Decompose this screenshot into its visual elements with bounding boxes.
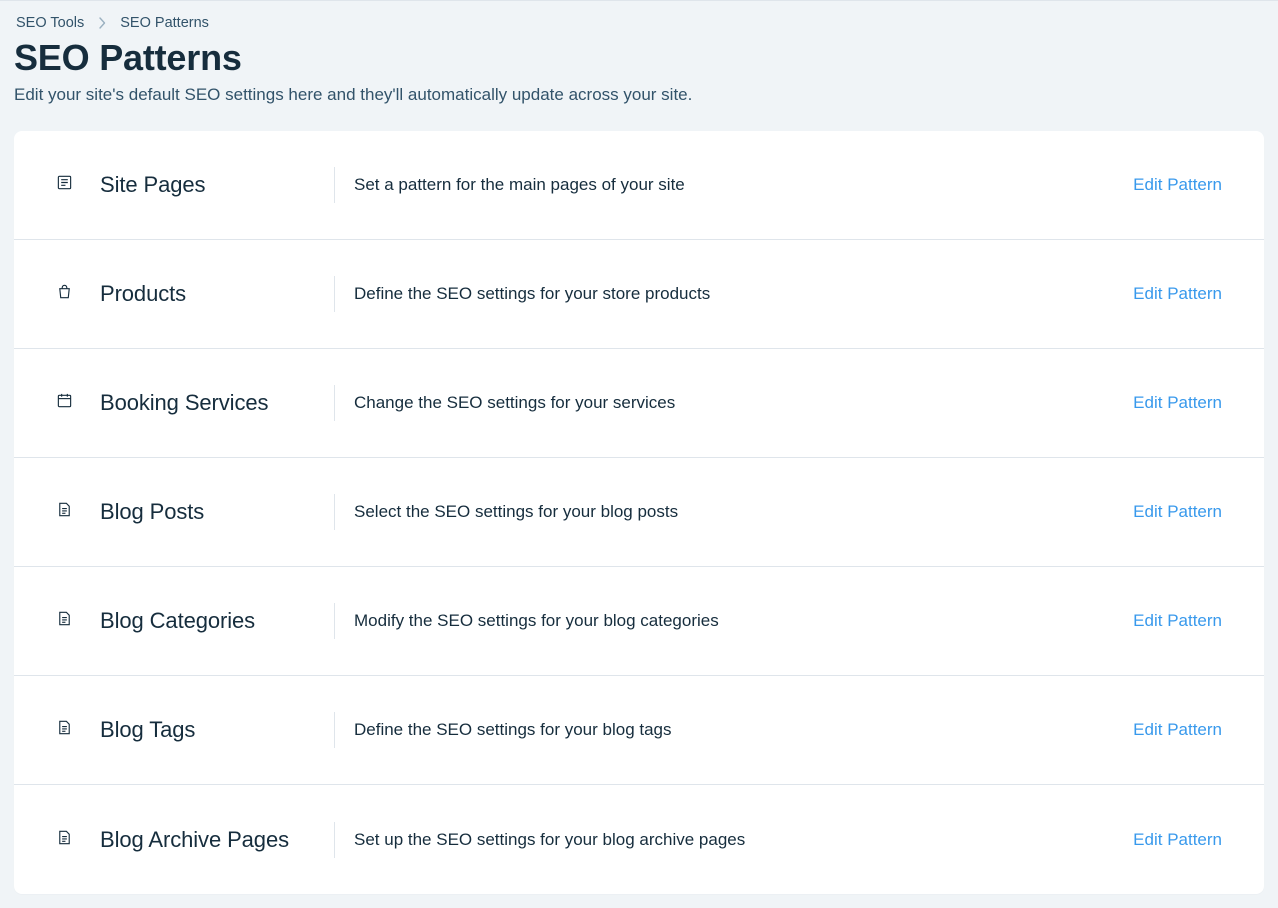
edit-pattern-button[interactable]: Edit Pattern <box>1133 175 1222 194</box>
edit-pattern-button[interactable]: Edit Pattern <box>1133 502 1222 521</box>
patterns-card: Site Pages Set a pattern for the main pa… <box>14 131 1264 894</box>
pattern-row-site-pages: Site Pages Set a pattern for the main pa… <box>14 131 1264 240</box>
edit-pattern-button[interactable]: Edit Pattern <box>1133 393 1222 412</box>
pattern-description: Set a pattern for the main pages of your… <box>350 175 1133 195</box>
pattern-description: Set up the SEO settings for your blog ar… <box>350 830 1133 850</box>
divider <box>334 603 335 639</box>
document-icon <box>56 610 73 632</box>
pattern-title: Site Pages <box>100 172 205 197</box>
document-icon <box>56 719 73 741</box>
page-subtitle: Edit your site's default SEO settings he… <box>14 85 1264 105</box>
pattern-description: Modify the SEO settings for your blog ca… <box>350 611 1133 631</box>
calendar-icon <box>56 392 73 414</box>
pattern-title: Blog Categories <box>100 608 255 633</box>
divider <box>334 167 335 203</box>
divider <box>334 276 335 312</box>
pattern-title: Products <box>100 281 186 306</box>
edit-pattern-button[interactable]: Edit Pattern <box>1133 611 1222 630</box>
chevron-right-icon <box>98 17 106 29</box>
pattern-title: Booking Services <box>100 390 268 415</box>
divider <box>334 385 335 421</box>
page-icon <box>56 174 73 196</box>
pattern-row-blog-tags: Blog Tags Define the SEO settings for yo… <box>14 676 1264 785</box>
document-icon <box>56 829 73 851</box>
pattern-title: Blog Tags <box>100 717 195 742</box>
divider <box>334 822 335 858</box>
edit-pattern-button[interactable]: Edit Pattern <box>1133 720 1222 739</box>
pattern-row-products: Products Define the SEO settings for you… <box>14 240 1264 349</box>
divider <box>334 494 335 530</box>
pattern-row-booking-services: Booking Services Change the SEO settings… <box>14 349 1264 458</box>
pattern-title: Blog Archive Pages <box>100 827 289 852</box>
bag-icon <box>56 283 73 305</box>
pattern-description: Define the SEO settings for your store p… <box>350 284 1133 304</box>
document-icon <box>56 501 73 523</box>
edit-pattern-button[interactable]: Edit Pattern <box>1133 284 1222 303</box>
breadcrumb-current: SEO Patterns <box>120 15 209 31</box>
divider <box>334 712 335 748</box>
pattern-title: Blog Posts <box>100 499 204 524</box>
pattern-description: Change the SEO settings for your service… <box>350 393 1133 413</box>
pattern-row-blog-categories: Blog Categories Modify the SEO settings … <box>14 567 1264 676</box>
page-title: SEO Patterns <box>14 37 1264 79</box>
breadcrumb: SEO Tools SEO Patterns <box>16 15 1264 31</box>
edit-pattern-button[interactable]: Edit Pattern <box>1133 830 1222 849</box>
pattern-row-blog-archive-pages: Blog Archive Pages Set up the SEO settin… <box>14 785 1264 894</box>
pattern-row-blog-posts: Blog Posts Select the SEO settings for y… <box>14 458 1264 567</box>
pattern-description: Define the SEO settings for your blog ta… <box>350 720 1133 740</box>
pattern-description: Select the SEO settings for your blog po… <box>350 502 1133 522</box>
breadcrumb-link-seo-tools[interactable]: SEO Tools <box>16 15 84 31</box>
